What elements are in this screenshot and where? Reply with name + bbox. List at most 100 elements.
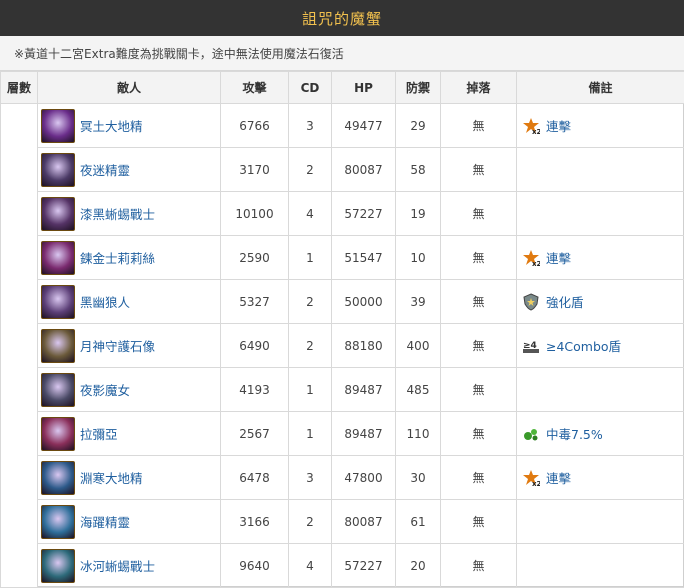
cd-value: 2 (289, 500, 332, 544)
column-header-cd: CD (289, 72, 332, 104)
notes-cell: x2連擊 (517, 236, 684, 280)
defense-value: 58 (396, 148, 441, 192)
hp-value: 49477 (332, 104, 396, 148)
enemy-avatar[interactable] (41, 417, 75, 451)
enemy-avatar[interactable] (41, 109, 75, 143)
enemy-cell: 拉彌亞 (38, 412, 221, 456)
notes-cell: ≥4≥4Combo盾 (517, 324, 684, 368)
enemy-name-link[interactable]: 海躍精靈 (80, 512, 130, 531)
enemy-avatar[interactable] (41, 461, 75, 495)
attack-value: 6766 (221, 104, 289, 148)
notes-cell (517, 368, 684, 412)
enemy-avatar[interactable] (41, 285, 75, 319)
note-text[interactable]: 連擊 (546, 468, 571, 487)
enemy-avatar[interactable] (41, 549, 75, 583)
defense-value: 485 (396, 368, 441, 412)
cd-value: 4 (289, 192, 332, 236)
drop-value: 無 (441, 456, 517, 500)
notice-text: ※黃道十二宮Extra難度為挑戰關卡，途中無法使用魔法石復活 (14, 45, 344, 62)
table-header-row: 層數 敵人 攻擊 CD HP 防禦 掉落 備註 (1, 72, 684, 104)
defense-value: 39 (396, 280, 441, 324)
hp-value: 80087 (332, 500, 396, 544)
shield-icon (522, 293, 540, 311)
hp-value: 47800 (332, 456, 396, 500)
hp-value: 89487 (332, 368, 396, 412)
enemy-name-link[interactable]: 拉彌亞 (80, 424, 118, 443)
enemy-avatar[interactable] (41, 241, 75, 275)
attack-value: 2590 (221, 236, 289, 280)
notes-cell (517, 500, 684, 544)
page-title-text: 詛咒的魔蟹 (302, 8, 382, 29)
enemy-avatar[interactable] (41, 197, 75, 231)
svg-text:x2: x2 (532, 128, 540, 135)
table-row: 夜迷精靈317028008758無 (1, 148, 684, 192)
note-text[interactable]: 強化盾 (546, 292, 584, 311)
table-row: 海躍精靈 316628008761無 (1, 500, 684, 544)
notes-cell: 中毒7.5% (517, 412, 684, 456)
enemy-avatar[interactable] (41, 153, 75, 187)
enemy-table: 層數 敵人 攻擊 CD HP 防禦 掉落 備註 冥土大地精67663494772… (0, 71, 684, 588)
notes-cell: x2 連擊 (517, 104, 684, 148)
hp-value: 57227 (332, 544, 396, 588)
notes-cell (517, 544, 684, 588)
table-row: 拉彌亞2567189487110無中毒7.5% (1, 412, 684, 456)
svg-text:x2: x2 (532, 480, 540, 487)
cd-value: 3 (289, 456, 332, 500)
attack-value: 6490 (221, 324, 289, 368)
poison-icon (522, 425, 540, 443)
drop-value: 無 (441, 324, 517, 368)
hp-value: 50000 (332, 280, 396, 324)
defense-value: 30 (396, 456, 441, 500)
enemy-name-link[interactable]: 漆黑蜥蜴戰士 (80, 204, 155, 223)
enemy-name-link[interactable]: 淵寒大地精 (80, 468, 143, 487)
column-header-hp: HP (332, 72, 396, 104)
defense-value: 61 (396, 500, 441, 544)
enemy-name-link[interactable]: 月神守護石像 (80, 336, 155, 355)
drop-value: 無 (441, 500, 517, 544)
note-text[interactable]: 連擊 (546, 116, 571, 135)
defense-value: 29 (396, 104, 441, 148)
defense-value: 10 (396, 236, 441, 280)
note-text[interactable]: 中毒7.5% (546, 424, 603, 443)
defense-value: 19 (396, 192, 441, 236)
enemy-cell: 夜迷精靈 (38, 148, 221, 192)
note-text[interactable]: 連擊 (546, 248, 571, 267)
attack-value: 3166 (221, 500, 289, 544)
cd-value: 2 (289, 324, 332, 368)
drop-value: 無 (441, 104, 517, 148)
notes-cell: x2 連擊 (517, 456, 684, 500)
drop-value: 無 (441, 544, 517, 588)
drop-value: 無 (441, 412, 517, 456)
cd-value: 4 (289, 544, 332, 588)
column-header-drop: 掉落 (441, 72, 517, 104)
defense-value: 110 (396, 412, 441, 456)
notes-cell (517, 148, 684, 192)
enemy-avatar[interactable] (41, 505, 75, 539)
combo-x2-icon: x2 (522, 117, 540, 135)
notes-cell: 強化盾 (517, 280, 684, 324)
floor-cell (1, 104, 38, 588)
drop-value: 無 (441, 236, 517, 280)
defense-value: 20 (396, 544, 441, 588)
table-row: 冰河蜥蜴戰士964045722720無 (1, 544, 684, 588)
enemy-name-link[interactable]: 夜影魔女 (80, 380, 130, 399)
enemy-avatar[interactable] (41, 329, 75, 363)
note-text[interactable]: ≥4Combo盾 (546, 336, 621, 355)
enemy-avatar[interactable] (41, 373, 75, 407)
enemy-cell: 冰河蜥蜴戰士 (38, 544, 221, 588)
attack-value: 3170 (221, 148, 289, 192)
enemy-name-link[interactable]: 夜迷精靈 (80, 160, 130, 179)
enemy-name-link[interactable]: 冥土大地精 (80, 116, 143, 135)
enemy-name-link[interactable]: 冰河蜥蜴戰士 (80, 556, 155, 575)
cd-value: 1 (289, 412, 332, 456)
page-title: 詛咒的魔蟹 (0, 0, 684, 36)
hp-value: 88180 (332, 324, 396, 368)
table-row: 夜影魔女4193189487485無 (1, 368, 684, 412)
combo-x2-icon: x2 (522, 469, 540, 487)
column-header-notes: 備註 (517, 72, 684, 104)
enemy-cell: 漆黑蜥蜴戰士 (38, 192, 221, 236)
enemy-name-link[interactable]: 鍊金士莉莉絲 (80, 248, 155, 267)
enemy-cell: 鍊金士莉莉絲 (38, 236, 221, 280)
drop-value: 無 (441, 148, 517, 192)
enemy-name-link[interactable]: 黑幽狼人 (80, 292, 130, 311)
